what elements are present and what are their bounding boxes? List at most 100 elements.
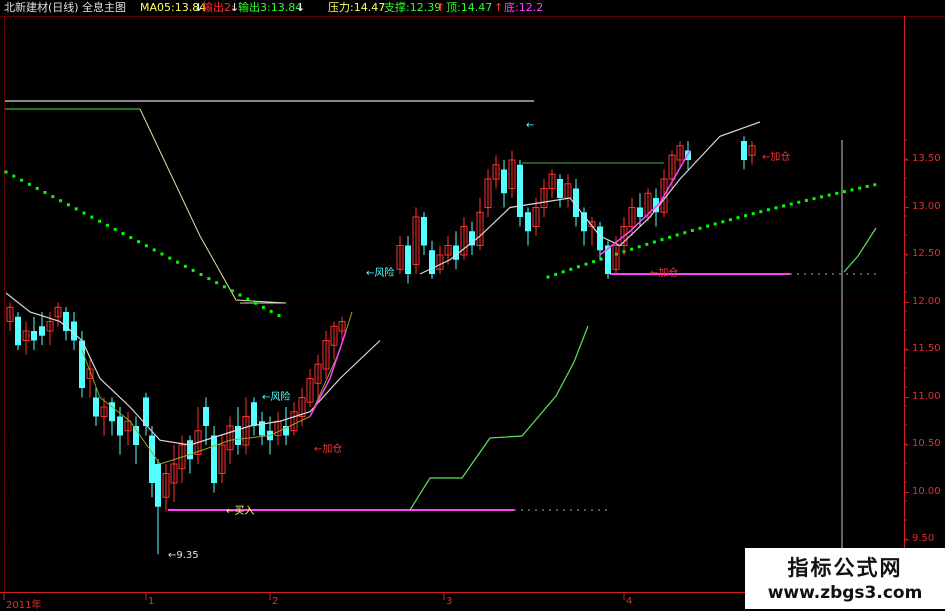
sar-dot [222,285,226,289]
sar-dot [683,231,687,235]
sar-dot [191,268,195,272]
sar-dot [152,248,156,252]
sar-dot [766,208,770,212]
price-tick-label: 11.00 [912,390,941,402]
sar-dot [728,218,732,222]
candle-body-down [597,226,603,251]
sar-dot [105,223,109,227]
candle-body-down [211,435,217,483]
candle-body-down [251,402,257,426]
annotation-add-top: ←加仓 [762,152,791,163]
marker-icon: ← [526,120,535,131]
sar-dot [812,197,816,201]
annotation-buy: ←买入 [226,506,255,517]
sar-dot [675,233,679,237]
sar-dot [168,256,172,260]
price-tick-label: 11.50 [912,343,941,354]
candle-body-down [741,141,747,160]
sar-dot [584,262,588,266]
sar-dot [554,272,558,276]
candle-body-down [421,217,427,246]
sar-dot [12,174,16,178]
sar-dot [199,273,203,276]
candle-body-down [557,179,563,198]
candle-body-down [525,212,531,232]
sar-dot [207,277,211,281]
sar-dot [782,204,786,208]
price-tick-label: 12.00 [912,295,941,307]
sar-dot [858,186,862,190]
price-tick-label: 13.00 [912,200,941,212]
sar-dot [59,199,63,203]
sar-dot [645,242,649,246]
sar-dot [751,212,755,216]
sar-dot [827,193,831,197]
trend-line-green [843,227,877,273]
sar-dot [43,191,47,194]
sar-dot [630,247,634,251]
sar-dot [238,293,242,297]
chart-window: 北新建材(日线) 全息主图 MA05:13.84 ↓ 输出2: ↓ 输出3:13… [0,0,945,611]
sar-dot [27,182,31,186]
trend-line-green [409,325,589,511]
sar-dot [82,211,86,215]
sar-dot [850,188,854,192]
candle-body-down [155,464,161,507]
annotation-risk-top: ←风险 [366,268,395,279]
candle-body-down [405,245,411,274]
candle-body-down [93,397,99,417]
candle-body-down [149,435,155,483]
sar-dot [736,216,740,220]
candle-body-down [117,416,123,436]
sar-dot [842,190,846,194]
sar-dot [698,226,702,230]
date-tick-label: 3 [446,596,453,607]
sar-dot [865,184,869,188]
price-tick-label: 10.00 [912,485,941,497]
sar-dot [690,228,694,232]
candle-body-down [15,316,21,346]
sar-dot [129,236,133,240]
sar-dot [183,264,187,268]
price-tick-label: 10.50 [912,438,941,449]
sar-dot [261,305,265,309]
sar-dot [66,203,70,207]
candle-body-down [501,169,507,194]
annotation-add-low: ←加仓 [314,444,343,455]
candle-body-down [187,440,193,460]
candle-body-down [637,207,643,217]
date-tick-label: 2 [272,596,279,607]
sar-dot [269,309,273,313]
sar-dot [637,245,641,249]
watermark-logo: 指标公式网 www.zbgs3.com [745,548,945,609]
price-tick-label: 12.50 [912,248,941,259]
sar-dot [121,232,125,235]
candlestick-plot[interactable] [0,0,945,609]
sar-dot [144,244,148,248]
sar-dot [592,260,596,264]
annotation-low-price: ←9.35 [168,550,199,561]
candle-body-down [39,326,45,336]
date-tick-label: 1 [148,596,155,607]
price-tick-label: 13.50 [912,153,941,164]
sar-dot [4,170,8,174]
candle-body-down [429,250,435,274]
sar-dot [835,191,839,195]
sar-dot [744,214,748,218]
candle-body-down [133,426,139,445]
sar-dot [774,206,778,210]
sar-dot [35,186,39,190]
sar-dot [215,281,219,285]
annotation-risk-mid: ←风险 [262,392,291,403]
sar-dot [160,252,164,256]
sar-dot [706,224,710,228]
date-tick-label: 4 [626,596,633,607]
sar-dot [820,195,824,199]
descending-stop-line [139,108,287,304]
watermark-title: 指标公式网 [787,556,903,580]
sar-dot [98,219,102,223]
sar-dot [668,235,672,239]
sar-dot [20,178,24,182]
sar-dot [569,267,573,271]
sar-dot [254,301,258,305]
